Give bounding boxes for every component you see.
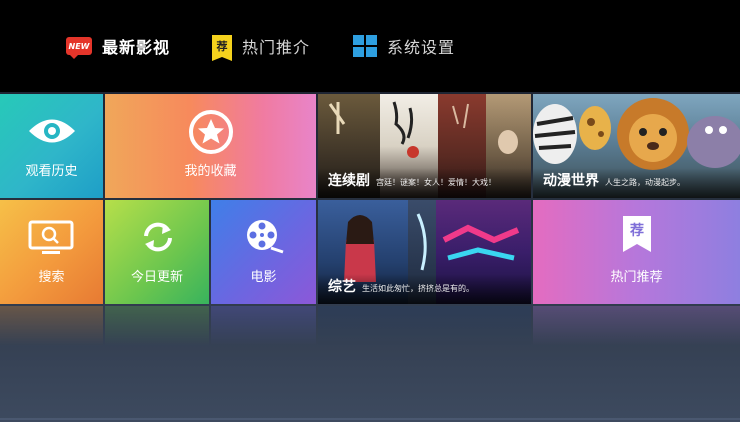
nav-item-label: 热门推介 <box>242 38 311 57</box>
recommend-badge-icon: 荐 <box>212 35 232 61</box>
tile-subtitle: 人生之路，动漫起步。 <box>605 178 685 187</box>
tile-label: 热门推荐 <box>610 270 663 285</box>
star-icon <box>189 110 233 154</box>
tile-label: 今日更新 <box>130 270 183 285</box>
nav-item-latest[interactable]: NEW 最新影视 <box>66 33 170 59</box>
nav-item-settings[interactable]: 系统设置 <box>353 33 455 59</box>
top-navigation-bar: NEW 最新影视 荐 热门推介 系统设置 <box>0 0 740 92</box>
new-badge-icon: NEW <box>66 37 92 59</box>
tile-today-updates[interactable]: 今日更新 <box>105 200 209 304</box>
tile-label: 我的收藏 <box>184 164 237 179</box>
tile-watch-history[interactable]: 观看历史 <box>0 94 103 198</box>
tile-title: 综艺 <box>328 279 356 295</box>
windows-icon <box>353 35 377 57</box>
tile-my-favorites[interactable]: 我的收藏 <box>105 94 316 198</box>
recommend-flag-text: 荐 <box>630 223 644 239</box>
nav-item-hot-recommend[interactable]: 荐 热门推介 <box>212 33 311 61</box>
tile-label: 搜索 <box>38 270 65 285</box>
tile-caption: 动漫世界 人生之路，动漫起步。 <box>533 168 740 198</box>
refresh-icon <box>144 222 172 252</box>
nav-item-label: 最新影视 <box>102 38 171 57</box>
tile-tv-series[interactable]: 连续剧 宫廷！谜案！女人！爱情！大戏！ <box>318 94 531 198</box>
tile-subtitle: 宫廷！谜案！女人！爱情！大戏！ <box>376 178 496 187</box>
eye-icon <box>29 119 75 143</box>
film-reel-icon <box>247 220 284 254</box>
floor-line <box>0 418 740 420</box>
tile-title: 连续剧 <box>328 173 370 189</box>
tile-variety-shows[interactable]: 综艺 生活如此匆忙，挤挤总是有的。 <box>318 200 531 304</box>
tile-movies[interactable]: 电影 <box>211 200 316 304</box>
tile-caption: 综艺 生活如此匆忙，挤挤总是有的。 <box>318 274 531 304</box>
tile-anime-world[interactable]: 动漫世界 人生之路，动漫起步。 <box>533 94 740 198</box>
tile-caption: 连续剧 宫廷！谜案！女人！爱情！大戏！ <box>318 168 531 198</box>
tile-reflection <box>0 306 740 346</box>
tile-title: 动漫世界 <box>543 173 599 189</box>
tv-search-icon <box>28 220 74 254</box>
tile-grid: 观看历史 我的收藏 连续剧 宫廷！谜案！女人！爱情！大戏！ 动漫世界 人生之路，… <box>0 92 740 422</box>
nav-item-label: 系统设置 <box>387 38 456 57</box>
tile-hot-recommend[interactable]: 荐 热门推荐 <box>533 200 740 304</box>
tile-search[interactable]: 搜索 <box>0 200 103 304</box>
tile-subtitle: 生活如此匆忙，挤挤总是有的。 <box>362 284 474 293</box>
tile-label: 观看历史 <box>25 164 78 179</box>
tile-label: 电影 <box>250 270 277 285</box>
